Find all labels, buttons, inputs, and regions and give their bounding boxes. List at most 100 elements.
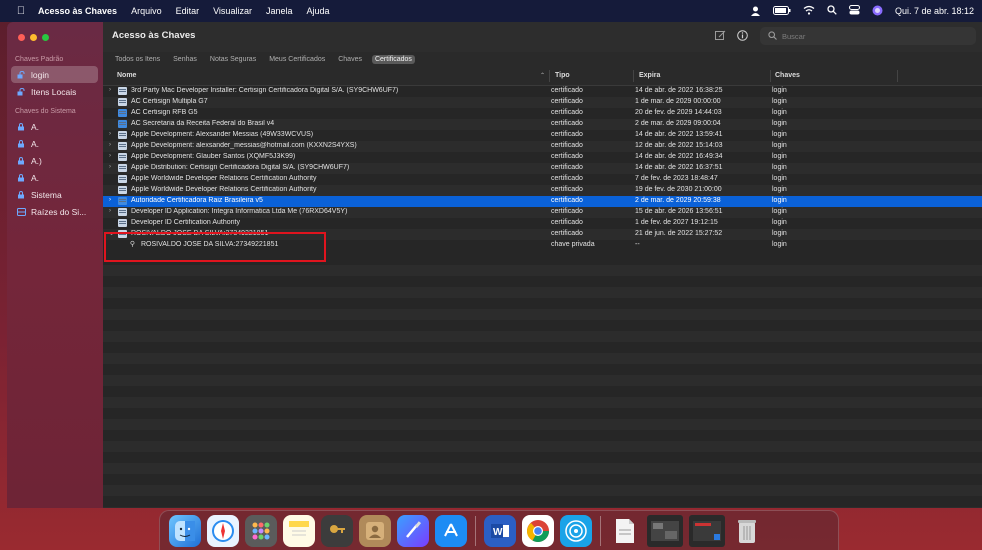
certificate-icon xyxy=(118,208,127,216)
table-row[interactable]: › Apple Distribution: Certisign Certifica… xyxy=(103,163,982,174)
cell-type: certificado xyxy=(551,230,583,237)
sidebar-item-login[interactable]: login xyxy=(11,66,98,83)
table-row[interactable]: AC Certisign RFB G5 certificado 20 de fev.… xyxy=(103,108,982,119)
battery-icon[interactable] xyxy=(772,5,791,17)
minimize-window-button[interactable] xyxy=(30,34,37,41)
table-row[interactable]: › Developer ID Application: Integra Infor… xyxy=(103,207,982,218)
items-table: Nome ⌃ Tipo Expira Chaves › 3rd Party Mac… xyxy=(103,67,982,248)
column-divider[interactable] xyxy=(770,70,771,82)
cell-expires: -- xyxy=(635,241,640,248)
sidebar-item-label: Sistema xyxy=(31,189,62,200)
disclosure-collapsed-icon[interactable]: › xyxy=(109,197,115,203)
xcode-icon[interactable] xyxy=(397,514,429,547)
google-chrome-icon[interactable] xyxy=(522,514,554,547)
column-header-nome[interactable]: Nome xyxy=(117,72,136,79)
sidebar-item-system-2[interactable]: A. xyxy=(11,135,98,152)
cell-type: certificado xyxy=(551,219,583,226)
cell-expires: 21 de jun. de 2022 15:27:52 xyxy=(635,230,723,237)
table-row[interactable]: ⚲ ROSIVALDO JOSE DA SILVA:27349221851 chav… xyxy=(103,240,982,251)
document-file-icon[interactable] xyxy=(609,515,641,547)
table-row[interactable]: › Apple Development: Alexsander Messias (… xyxy=(103,130,982,141)
cell-name: Apple Worldwide Developer Relations Cert… xyxy=(131,186,317,193)
column-header-expira[interactable]: Expira xyxy=(639,72,660,79)
tab-senhas[interactable]: Senhas xyxy=(170,55,200,64)
sort-ascending-icon[interactable]: ⌃ xyxy=(540,72,545,79)
tab-chaves[interactable]: Chaves xyxy=(335,55,365,64)
search-spotlight-icon[interactable] xyxy=(827,5,837,17)
sidebar-item-raizes-do-sistema[interactable]: Raízes do Si... xyxy=(11,203,98,220)
app-store-icon[interactable] xyxy=(435,514,467,547)
info-icon[interactable] xyxy=(736,29,749,42)
table-row[interactable]: › Apple Development: alexsander_messias@h… xyxy=(103,141,982,152)
sidebar-item-system-4[interactable]: A. xyxy=(11,169,98,186)
cell-name: ROSIVALDO JOSE DA SILVA:27349221851 xyxy=(131,230,269,237)
finder-icon[interactable] xyxy=(169,514,201,547)
disclosure-collapsed-icon[interactable]: › xyxy=(109,153,115,159)
table-row[interactable]: AC Secretaria da Receita Federal do Bras… xyxy=(103,119,982,130)
cell-expires: 1 de mar. de 2029 00:00:00 xyxy=(635,98,721,105)
disclosure-collapsed-icon[interactable]: › xyxy=(109,131,115,137)
menu-app-name[interactable]: Acesso às Chaves xyxy=(38,6,117,16)
sidebar-item-system-1[interactable]: A. xyxy=(11,118,98,135)
notes-icon[interactable] xyxy=(283,514,315,547)
sidebar-item-label: login xyxy=(31,69,49,80)
close-window-button[interactable] xyxy=(18,34,25,41)
user-icon[interactable] xyxy=(750,5,761,18)
menu-ajuda[interactable]: Ajuda xyxy=(306,6,329,16)
compose-icon[interactable] xyxy=(714,29,727,42)
cell-expires: 12 de abr. de 2022 15:14:03 xyxy=(635,142,723,149)
table-row[interactable]: Apple Worldwide Developer Relations Cert… xyxy=(103,174,982,185)
menu-janela[interactable]: Janela xyxy=(266,6,293,16)
teamviewer-icon[interactable] xyxy=(560,514,592,547)
disclosure-collapsed-icon[interactable]: › xyxy=(109,142,115,148)
column-divider[interactable] xyxy=(897,70,898,82)
dock-separator xyxy=(600,515,601,546)
table-row[interactable]: AC Certisign Multipla G7 certificado 1 de … xyxy=(103,97,982,108)
menu-visualizar[interactable]: Visualizar xyxy=(213,6,252,16)
table-row[interactable]: ⌄ ROSIVALDO JOSE DA SILVA:27349221851 cert… xyxy=(103,229,982,240)
cell-expires: 14 de abr. de 2022 16:38:25 xyxy=(635,87,723,94)
table-row[interactable]: › 3rd Party Mac Developer Installer: Cert… xyxy=(103,86,982,97)
apple-menu-icon[interactable]:  xyxy=(14,4,28,18)
zoom-window-button[interactable] xyxy=(42,34,49,41)
disclosure-collapsed-icon[interactable]: › xyxy=(109,87,115,93)
sidebar-item-label: Itens Locais xyxy=(31,86,77,97)
tab-notas-seguras[interactable]: Notas Seguras xyxy=(207,55,259,64)
table-row[interactable]: Developer ID Certification Authority cert… xyxy=(103,218,982,229)
menubar-clock[interactable]: Qui. 7 de abr. 18:12 xyxy=(895,6,974,16)
screenshot-thumbnail-icon[interactable] xyxy=(647,514,683,547)
sidebar-item-sistema[interactable]: Sistema xyxy=(11,186,98,203)
sidebar-item-itens-locais[interactable]: Itens Locais xyxy=(11,83,98,100)
keychain-access-icon[interactable] xyxy=(321,514,353,547)
cell-type: certificado xyxy=(551,131,583,138)
trash-icon[interactable] xyxy=(731,515,763,547)
disclosure-collapsed-icon[interactable]: › xyxy=(109,208,115,214)
tab-meus-certificados[interactable]: Meus Certificados xyxy=(266,55,328,64)
column-divider[interactable] xyxy=(549,70,550,82)
table-row[interactable]: Apple Worldwide Developer Relations Cert… xyxy=(103,185,982,196)
menu-arquivo[interactable]: Arquivo xyxy=(131,6,162,16)
sidebar-item-system-3[interactable]: A.) xyxy=(11,152,98,169)
search-field[interactable] xyxy=(760,27,976,45)
control-center-icon[interactable] xyxy=(848,5,860,17)
launchpad-icon[interactable] xyxy=(245,514,277,547)
microsoft-word-icon[interactable]: W xyxy=(484,514,516,547)
svg-text:W: W xyxy=(493,527,503,538)
search-input[interactable] xyxy=(782,31,952,41)
column-header-tipo[interactable]: Tipo xyxy=(555,72,570,79)
table-row[interactable]: › Apple Development: Glauber Santos (XQMF… xyxy=(103,152,982,163)
locked-padlock-icon xyxy=(17,173,26,182)
tab-certificados[interactable]: Certificados xyxy=(371,55,415,64)
table-row[interactable]: › Autoridade Certificadora Raiz Brasileir… xyxy=(103,196,982,207)
contacts-icon[interactable] xyxy=(359,514,391,547)
disclosure-expanded-icon[interactable]: ⌄ xyxy=(109,230,115,237)
menu-editar[interactable]: Editar xyxy=(176,6,200,16)
siri-icon[interactable] xyxy=(872,5,883,18)
column-header-chaves[interactable]: Chaves xyxy=(775,72,800,79)
tab-todos-os-itens[interactable]: Todos os Itens xyxy=(112,55,163,64)
column-divider[interactable] xyxy=(633,70,634,82)
safari-icon[interactable] xyxy=(207,514,239,547)
disclosure-collapsed-icon[interactable]: › xyxy=(109,164,115,170)
screenshot-thumbnail-icon[interactable] xyxy=(689,514,725,547)
wifi-icon[interactable] xyxy=(803,5,815,17)
